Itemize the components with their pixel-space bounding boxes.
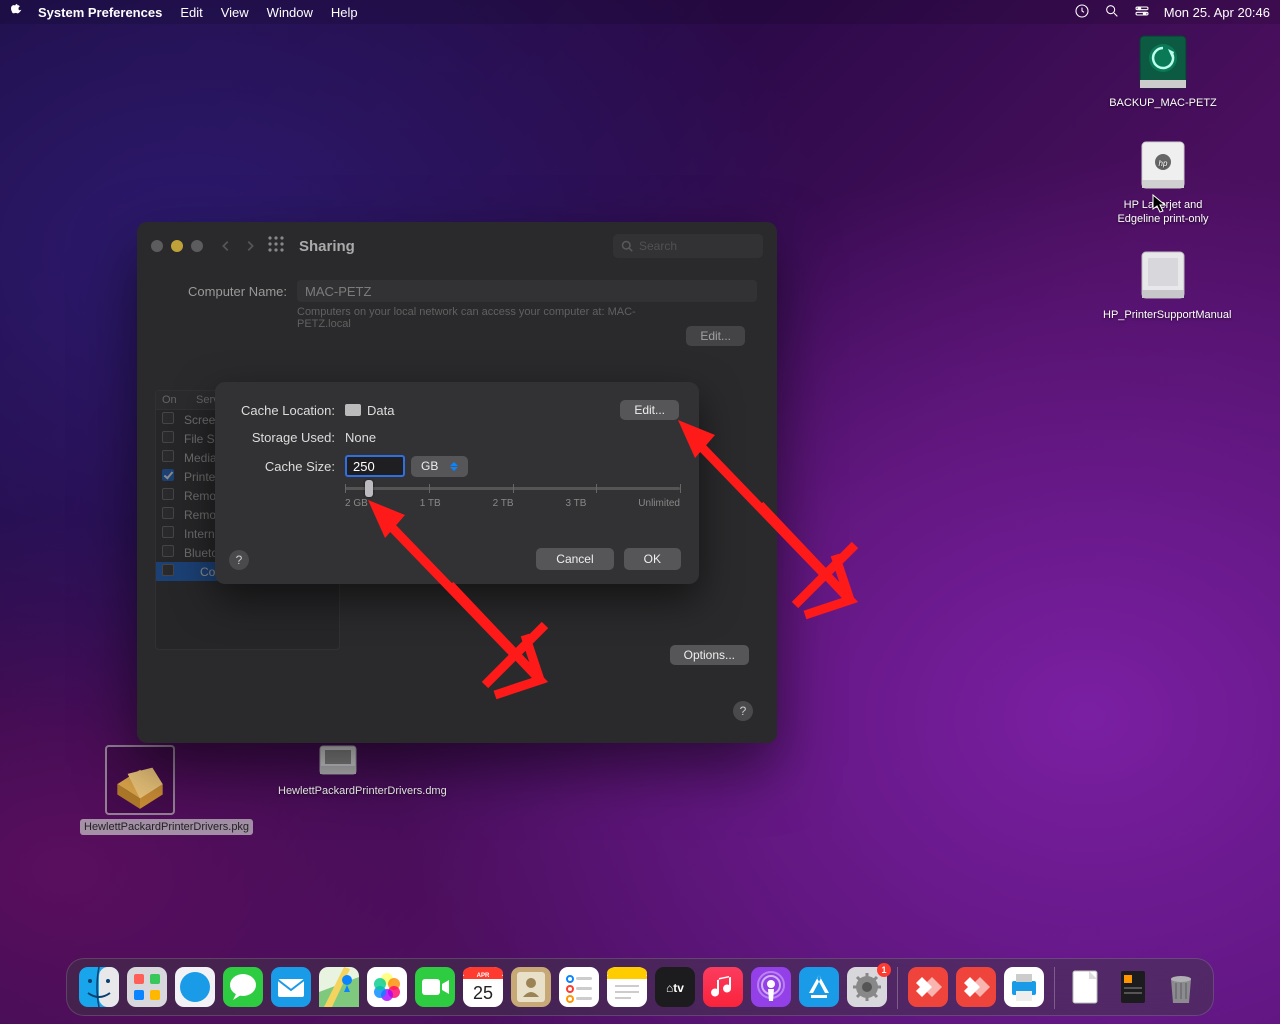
menu-edit[interactable]: Edit: [180, 5, 202, 20]
cancel-button[interactable]: Cancel: [536, 548, 613, 570]
storage-used-value: None: [345, 430, 376, 445]
dock-mail[interactable]: [269, 965, 313, 1009]
dock-tv[interactable]: ⌂tv: [653, 965, 697, 1009]
search-field[interactable]: Search: [613, 234, 763, 258]
desktop-file-pkg[interactable]: HewlettPackardPrinterDrivers.pkg: [80, 745, 200, 835]
close-button[interactable]: [151, 240, 163, 252]
content-caching-options-sheet: Cache Location: Data Edit... Storage Use…: [215, 382, 699, 584]
dock-app-anydesk1[interactable]: [906, 965, 950, 1009]
dock-music[interactable]: [701, 965, 745, 1009]
cache-size-input[interactable]: [345, 455, 405, 477]
storage-used-label: Storage Used:: [235, 430, 335, 445]
help-button[interactable]: ?: [733, 701, 753, 721]
dock-contacts[interactable]: [509, 965, 553, 1009]
dock-separator: [897, 967, 898, 1009]
dock-podcasts[interactable]: [749, 965, 793, 1009]
show-all-icon[interactable]: [267, 235, 285, 258]
col-on: On: [156, 391, 190, 409]
timemachine-menu-icon[interactable]: [1074, 3, 1090, 22]
slider-mark: 1 TB: [420, 498, 441, 509]
desktop-label: HP Laserjet and Edgeline print-only: [1103, 198, 1223, 227]
dock-recent-doc[interactable]: [1063, 965, 1107, 1009]
dock-trash[interactable]: [1159, 965, 1203, 1009]
menu-clock[interactable]: Mon 25. Apr 20:46: [1164, 5, 1270, 20]
window-title: Sharing: [299, 238, 355, 255]
menu-bar: System Preferences Edit View Window Help…: [0, 0, 1280, 24]
options-button[interactable]: Options...: [670, 645, 749, 665]
slider-mark: Unlimited: [638, 498, 680, 509]
dock-recent-doc2[interactable]: [1111, 965, 1155, 1009]
dock-launchpad[interactable]: [125, 965, 169, 1009]
computer-name-hint: Computers on your local network can acce…: [297, 306, 657, 330]
window-titlebar: Sharing Search: [137, 222, 777, 270]
desktop-volume-hp-laserjet[interactable]: hp HP Laserjet and Edgeline print-only: [1103, 138, 1223, 227]
dock-messages[interactable]: [221, 965, 265, 1009]
apple-menu[interactable]: [10, 3, 24, 20]
dock-photos[interactable]: [365, 965, 409, 1009]
dock-app-anydesk2[interactable]: [954, 965, 998, 1009]
svg-text:hp: hp: [1159, 159, 1168, 168]
zoom-button[interactable]: [191, 240, 203, 252]
menu-help[interactable]: Help: [331, 5, 358, 20]
cache-location-value: Data: [367, 403, 394, 418]
menu-app-name[interactable]: System Preferences: [38, 5, 162, 20]
slider-mark: 2 GB: [345, 498, 368, 509]
nav-back-forward[interactable]: [219, 239, 257, 253]
menu-window[interactable]: Window: [267, 5, 313, 20]
slider-mark: 3 TB: [565, 498, 586, 509]
dock-maps[interactable]: [317, 965, 361, 1009]
cache-size-slider[interactable]: 2 GB 1 TB 2 TB 3 TB Unlimited: [345, 487, 680, 509]
cache-size-unit-select[interactable]: GB: [411, 456, 468, 477]
help-button[interactable]: ?: [229, 550, 249, 570]
search-placeholder: Search: [639, 239, 677, 253]
chevron-updown-icon: [448, 458, 460, 475]
cache-size-label: Cache Size:: [235, 459, 335, 474]
computer-name-field[interactable]: MAC-PETZ: [297, 280, 757, 302]
unit-label: GB: [421, 459, 438, 473]
dock-finder[interactable]: [77, 965, 121, 1009]
edit-hostname-button[interactable]: Edit...: [686, 326, 745, 346]
control-center-icon[interactable]: [1134, 3, 1150, 22]
minimize-button[interactable]: [171, 240, 183, 252]
dock-separator: [1054, 967, 1055, 1009]
traffic-lights[interactable]: [151, 240, 203, 252]
cache-location-label: Cache Location:: [235, 403, 335, 418]
svg-text:⌂tv: ⌂tv: [666, 981, 684, 995]
desktop-label: HewlettPackardPrinterDrivers.pkg: [80, 819, 253, 835]
dock-reminders[interactable]: [557, 965, 601, 1009]
desktop-label: HP_PrinterSupportManual: [1103, 308, 1223, 322]
dock-settings[interactable]: 1: [845, 965, 889, 1009]
dock: APR 25 ⌂tv 1: [66, 958, 1214, 1016]
dock-safari[interactable]: [173, 965, 217, 1009]
dock-facetime[interactable]: [413, 965, 457, 1009]
desktop-label: BACKUP_MAC-PETZ: [1103, 96, 1223, 110]
dock-app-printer[interactable]: [1002, 965, 1046, 1009]
spotlight-icon[interactable]: [1104, 3, 1120, 22]
slider-mark: 2 TB: [493, 498, 514, 509]
badge: 1: [877, 963, 891, 977]
desktop-volume-hp-support[interactable]: HP_PrinterSupportManual: [1103, 248, 1223, 322]
svg-text:25: 25: [473, 983, 493, 1003]
svg-text:APR: APR: [477, 973, 490, 979]
menu-view[interactable]: View: [221, 5, 249, 20]
dock-calendar[interactable]: APR 25: [461, 965, 505, 1009]
disk-icon: [345, 404, 361, 416]
desktop-label: HewlettPackardPrinterDrivers.dmg: [278, 784, 398, 798]
slider-thumb[interactable]: [365, 480, 373, 497]
ok-button[interactable]: OK: [624, 548, 681, 570]
desktop-volume-backup[interactable]: BACKUP_MAC-PETZ: [1103, 32, 1223, 110]
dock-notes[interactable]: [605, 965, 649, 1009]
desktop-file-dmg[interactable]: HewlettPackardPrinterDrivers.dmg: [278, 740, 398, 798]
edit-cache-location-button[interactable]: Edit...: [620, 400, 679, 420]
dock-appstore[interactable]: [797, 965, 841, 1009]
computer-name-label: Computer Name:: [157, 284, 287, 299]
